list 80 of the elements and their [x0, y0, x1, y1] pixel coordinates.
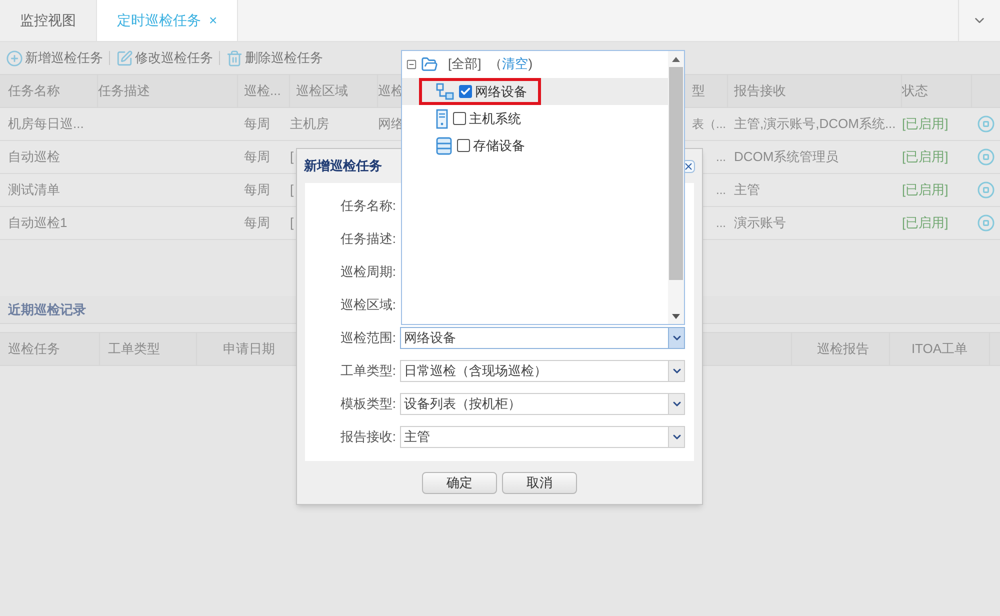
scrollbar-thumb[interactable]: [669, 67, 683, 280]
table-cell-text: 表（...: [692, 116, 727, 133]
field-label: 工单类型:: [339, 362, 397, 380]
table-cell-text: 自动巡检: [8, 148, 60, 166]
check-icon: [460, 86, 471, 97]
toolbar-button[interactable]: 删除巡检任务: [226, 48, 323, 68]
table-cell-text: ...: [716, 149, 727, 166]
table-cell-text: [: [290, 148, 294, 166]
column-header: 任务名称: [8, 82, 60, 100]
table-cell-text: ...: [716, 215, 727, 232]
status-text: [已启用]: [902, 214, 948, 232]
network-icon: [436, 82, 454, 100]
table-cell-text: 主管,演示账号,DCOM系统...: [733, 115, 896, 134]
status-text: [已启用]: [902, 115, 948, 134]
storage-icon: [436, 136, 452, 154]
folder-icon: [421, 56, 438, 72]
tree-item[interactable]: [全部]: [448, 54, 482, 74]
parenthesis-text: ): [528, 55, 533, 74]
tree-item-label: 主机系统: [469, 110, 521, 128]
table-cell-text: 每周: [243, 115, 270, 134]
field-label: 巡检周期:: [339, 262, 397, 281]
toolbar-button[interactable]: 修改巡检任务: [116, 48, 213, 68]
field-label: 任务描述:: [339, 230, 397, 248]
toolbar-button[interactable]: 新增巡检任务: [6, 48, 103, 68]
scroll-up-icon[interactable]: [672, 56, 680, 62]
column-header: 巡检报告: [817, 340, 869, 358]
scroll-down-icon[interactable]: [672, 314, 680, 318]
plus-circle-icon: [6, 50, 23, 66]
column-header: 巡检任务: [8, 340, 60, 358]
field-label: 模板类型:: [339, 394, 397, 413]
table-cell-text: ...: [716, 182, 727, 199]
table-cell-text: 每周: [243, 148, 270, 166]
table-cell-text: 测试清单: [8, 181, 60, 200]
column-header: 巡检区域: [295, 82, 348, 100]
column-header: 型: [692, 82, 705, 100]
column-header: 任务描述: [98, 82, 150, 100]
column-header: ITOA工单: [911, 340, 968, 358]
field-label: 巡检范围:: [339, 328, 397, 347]
table-cell-text: 演示账号: [733, 214, 786, 232]
select-field[interactable]: 日常巡检（含现场巡检）: [400, 360, 685, 382]
column-header: 申请日期: [223, 340, 275, 358]
table-cell-text: 自动巡检1: [8, 214, 68, 232]
tree-item-label: 网络设备: [475, 82, 527, 101]
table-cell-text: 主管: [733, 181, 760, 200]
column-header: 状态: [902, 82, 928, 100]
table-cell-text: DCOM系统管理员: [733, 148, 839, 166]
dialog-button[interactable]: 确定: [422, 472, 497, 494]
select-field[interactable]: 设备列表（按机柜）: [400, 392, 685, 414]
collapse-icon[interactable]: [406, 58, 417, 70]
parenthesis-text: （: [489, 55, 502, 74]
tree-row[interactable]: 存储设备: [402, 132, 668, 159]
tree-row[interactable]: 主机系统: [402, 105, 668, 132]
tree-row[interactable]: 网络设备: [402, 78, 668, 105]
table-cell-text: 机房每日巡...: [8, 115, 84, 134]
column-header: 巡检...: [243, 82, 281, 100]
dialog-button[interactable]: 取消: [502, 472, 577, 494]
field-label: 报告接收:: [339, 428, 397, 446]
status-text: [已启用]: [902, 148, 948, 166]
checkbox[interactable]: [457, 139, 470, 152]
field-label: 任务名称:: [339, 196, 397, 215]
tab[interactable]: 监控视图: [0, 0, 97, 41]
section-title: 近期巡检记录: [8, 300, 86, 319]
edit-icon: [116, 50, 133, 66]
tree-item-label: 存储设备: [473, 136, 525, 155]
trash-icon: [226, 50, 243, 66]
checkbox[interactable]: [459, 85, 472, 98]
select-field[interactable]: 主管: [400, 426, 685, 448]
column-header: 工单类型: [108, 340, 160, 358]
table-cell-text: 主机房: [290, 115, 329, 134]
server-icon: [436, 108, 448, 128]
table-cell-text: [: [290, 214, 294, 232]
checkbox[interactable]: [453, 112, 466, 125]
table-cell-text: 每周: [243, 214, 270, 232]
field-label: 巡检区域:: [339, 296, 397, 314]
select-field[interactable]: 网络设备: [400, 326, 685, 348]
status-text: [已启用]: [902, 181, 948, 200]
table-cell-text: 每周: [243, 181, 270, 200]
table-cell-text: [: [290, 181, 294, 200]
dialog-title: 新增巡检任务: [304, 157, 382, 176]
column-header: 报告接收: [733, 82, 786, 100]
